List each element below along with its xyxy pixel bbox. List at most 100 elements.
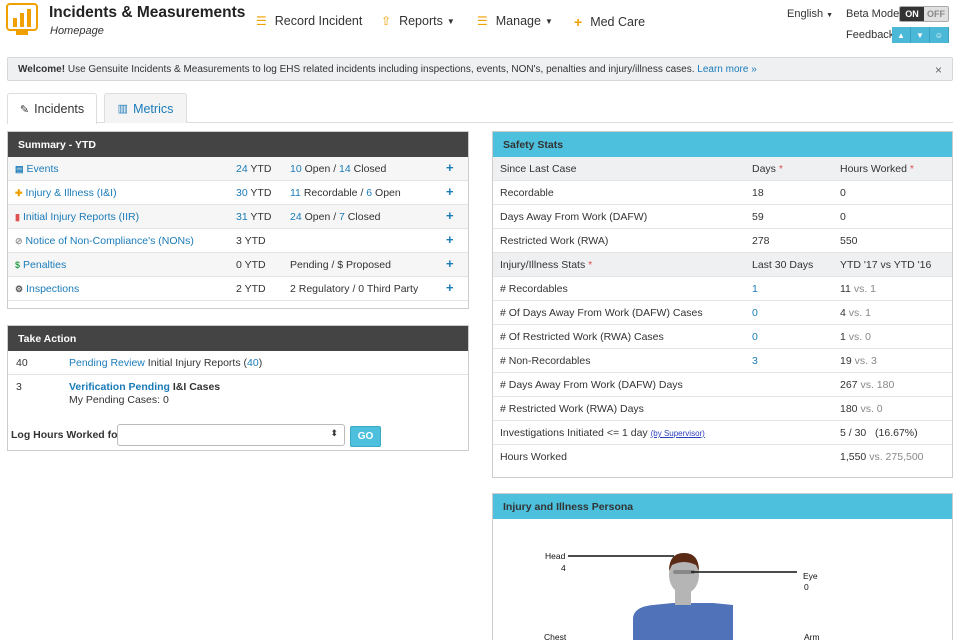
language-select[interactable]: English ▼ <box>787 8 833 20</box>
stats-row: # Of Restricted Work (RWA) Cases 0 1 vs. 0 <box>493 325 952 349</box>
summary-panel: Summary - YTD ▤ Events 24 YTD 10 Open / 14 … <box>7 131 469 309</box>
chest-label: Chest <box>544 632 567 640</box>
caret-down-icon: ▼ <box>544 16 553 26</box>
summary-link[interactable]: Inspections <box>26 283 79 295</box>
tab-incidents[interactable]: ✎ Incidents <box>7 93 97 124</box>
summary-link[interactable]: Initial Injury Reports (IIR) <box>23 211 139 223</box>
add-icon[interactable]: + <box>446 256 454 271</box>
pending-count-link[interactable]: 40 <box>247 357 259 369</box>
beta-mode-toggle[interactable]: ON OFF <box>899 6 949 22</box>
nav-record-incident[interactable]: ☰ Record Incident <box>256 14 362 28</box>
by-supervisor-link[interactable]: (by Supervisor) <box>651 429 705 438</box>
head-label: Head <box>545 551 566 561</box>
upload-icon: ⇧ <box>381 14 392 28</box>
summary-link[interactable]: Events <box>27 163 59 175</box>
summary-row: ▤ Events 24 YTD 10 Open / 14 Closed + <box>8 157 468 181</box>
summary-row: ⚙ Inspections 2 YTD 2 Regulatory / 0 Third … <box>8 277 468 301</box>
beta-on[interactable]: ON <box>900 7 924 21</box>
required-star: * <box>585 259 593 271</box>
caret-down-icon: ▼ <box>826 12 834 19</box>
beta-mode-label: Beta Mode: <box>846 8 903 20</box>
safety-stats-title: Safety Stats <box>493 132 952 157</box>
summary-detail: Pending / $ Proposed <box>290 259 391 271</box>
last30-link[interactable]: 0 <box>752 331 758 343</box>
nav-med-care[interactable]: + Med Care <box>574 14 645 30</box>
sliders-icon: ☰ <box>477 14 488 28</box>
log-hours-select[interactable]: ⬍ <box>117 424 345 446</box>
learn-more-link[interactable]: Learn more » <box>697 64 756 75</box>
report-icon: ▮ <box>15 212 20 222</box>
add-icon[interactable]: + <box>446 280 454 295</box>
close-icon[interactable]: × <box>935 63 942 77</box>
safety-stats-panel: Safety Stats Since Last Case Days * Hours … <box>492 131 953 478</box>
stats-row: # Of Days Away From Work (DAFW) Cases 0 4 … <box>493 301 952 325</box>
go-button[interactable]: GO <box>350 426 381 447</box>
ytd-count: 0 YTD <box>236 259 266 271</box>
gear-icon: ⚙ <box>15 284 24 294</box>
last30-link[interactable]: 1 <box>752 283 758 295</box>
stats-row: Restricted Work (RWA) 278 550 <box>493 229 952 253</box>
last30-link[interactable]: 0 <box>752 307 758 319</box>
last30-link[interactable]: 3 <box>752 355 758 367</box>
nav-reports[interactable]: ⇧ Reports ▼ <box>381 14 455 28</box>
select-arrows-icon: ⬍ <box>330 428 338 438</box>
ytd-count: 24 YTD <box>236 163 272 175</box>
verification-pending-link[interactable]: Verification Pending <box>69 381 170 393</box>
app-header: Incidents & Measurements Homepage ☰ Reco… <box>0 0 960 50</box>
eye-label: Eye <box>803 571 818 581</box>
add-icon[interactable]: + <box>446 208 454 223</box>
plus-icon: + <box>574 14 583 30</box>
summary-link[interactable]: Injury & Illness (I&I) <box>26 187 117 199</box>
thumbs-up-icon[interactable]: ▲ <box>892 27 911 43</box>
nav-manage[interactable]: ☰ Manage ▼ <box>477 14 553 28</box>
eye-value: 0 <box>804 582 809 592</box>
summary-detail: 11 Recordable / 6 Open <box>290 187 401 199</box>
feedback-buttons: ▲ ▼ ☺ <box>892 27 949 43</box>
tab-metrics[interactable]: ▥ Metrics <box>104 93 187 123</box>
smile-icon[interactable]: ☺ <box>930 27 949 43</box>
log-hours-label: Log Hours Worked for: <box>11 429 126 441</box>
hours-worked-row: Hours Worked 1,550 vs. 275,500 <box>500 451 924 463</box>
body-diagram <box>568 553 797 640</box>
stats-row: # Recordables 1 11 vs. 1 <box>493 277 952 301</box>
stats-row: # Restricted Work (RWA) Days 180 vs. 0 <box>493 397 952 421</box>
pending-review-link[interactable]: Pending Review <box>69 357 145 369</box>
calendar-icon: ▤ <box>15 164 24 174</box>
sliders-icon: ☰ <box>256 14 267 28</box>
add-icon[interactable]: + <box>446 232 454 247</box>
action-row: 40 Pending Review Initial Injury Reports… <box>8 351 468 375</box>
caret-down-icon: ▼ <box>446 16 455 26</box>
ytd-count: 3 YTD <box>236 235 266 247</box>
thumbs-down-icon[interactable]: ▼ <box>911 27 930 43</box>
arm-label: Arm <box>804 632 820 640</box>
stats-header-row: Injury/Illness Stats * Last 30 Days YTD '1… <box>493 253 952 277</box>
page-subtitle: Homepage <box>50 25 104 37</box>
stats-header-row: Since Last Case Days * Hours Worked * <box>493 157 952 181</box>
injury-icon: ✚ <box>15 188 23 198</box>
take-action-title: Take Action <box>8 326 468 351</box>
edit-icon: ✎ <box>19 103 30 116</box>
summary-row: ⊘ Notice of Non-Compliance's (NONs) 3 YTD + <box>8 229 468 253</box>
summary-detail: 10 Open / 14 Closed <box>290 163 387 175</box>
add-icon[interactable]: + <box>446 160 454 175</box>
app-title: Incidents & Measurements <box>49 4 246 21</box>
beta-off[interactable]: OFF <box>924 7 948 21</box>
summary-row: $ Penalties 0 YTD Pending / $ Proposed + <box>8 253 468 277</box>
action-row: 3 Verification Pending I&I Cases My Pend… <box>16 381 221 406</box>
dollar-icon: $ <box>15 260 21 270</box>
stats-row: Days Away From Work (DAFW) 59 0 <box>493 205 952 229</box>
summary-link[interactable]: Penalties <box>23 259 66 271</box>
summary-detail: 2 Regulatory / 0 Third Party <box>290 283 419 295</box>
stats-row: Recordable 18 0 <box>493 181 952 205</box>
stats-row: # Days Away From Work (DAFW) Days 267 vs.… <box>493 373 952 397</box>
persona-title: Injury and Illness Persona <box>493 494 952 519</box>
body-shirt <box>633 603 733 640</box>
add-icon[interactable]: + <box>446 184 454 199</box>
app-logo-icon <box>6 3 38 35</box>
summary-title: Summary - YTD <box>8 132 468 157</box>
summary-link[interactable]: Notice of Non-Compliance's (NONs) <box>26 235 194 247</box>
feedback-label: Feedback: <box>846 29 898 41</box>
investigations-row: Investigations Initiated <= 1 day (by Su… <box>493 421 952 445</box>
stats-row: # Non-Recordables 3 19 vs. 3 <box>493 349 952 373</box>
ytd-count: 2 YTD <box>236 283 266 295</box>
